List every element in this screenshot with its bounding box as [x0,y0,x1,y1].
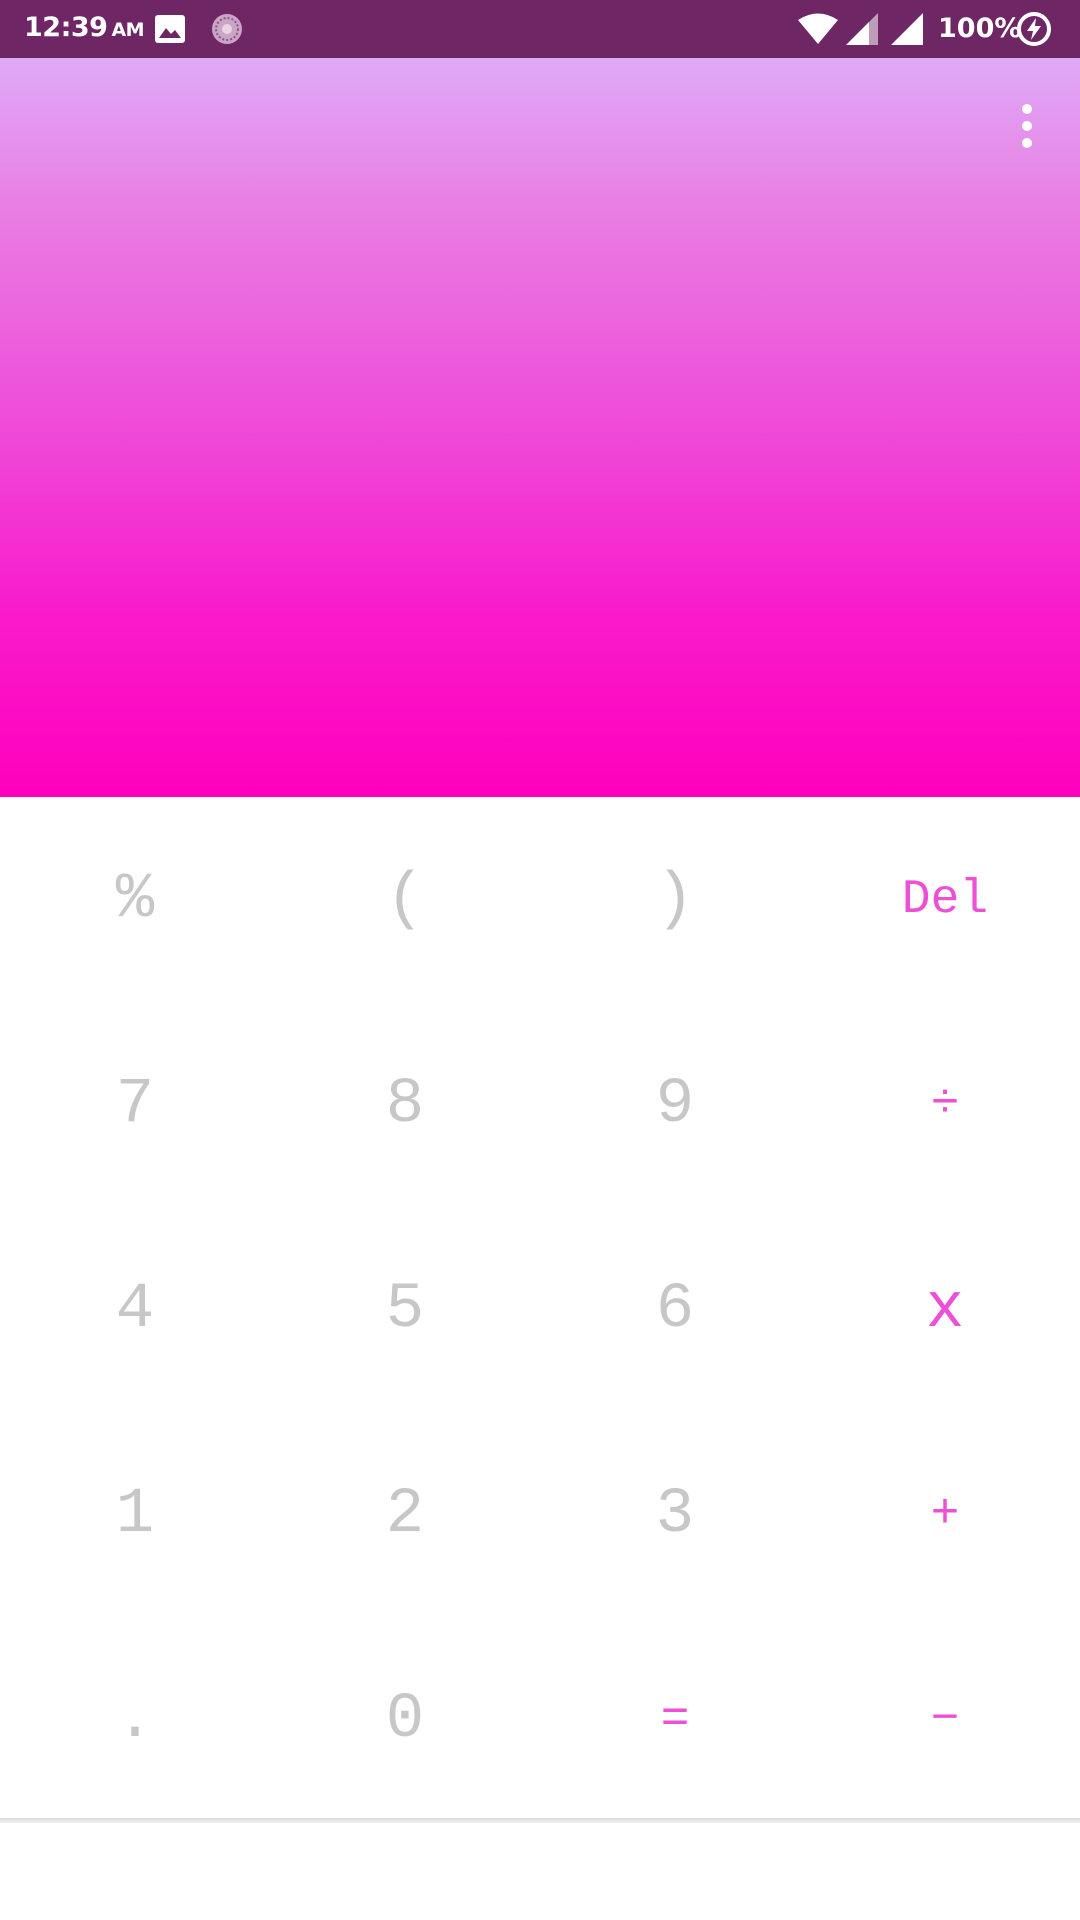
decimal-point-button[interactable]: . [0,1617,270,1822]
status-bar: 12:39 AM 100% [0,0,1080,58]
menu-dot [1022,138,1032,148]
digit-5-button[interactable]: 5 [270,1207,540,1412]
sync-icon [208,0,246,58]
overflow-menu-icon[interactable] [1002,96,1052,156]
digit-1-button[interactable]: 1 [0,1412,270,1617]
wifi-icon [796,0,840,58]
close-paren-button[interactable]: ) [540,797,810,1002]
minus-button[interactable]: − [810,1617,1080,1822]
open-paren-button[interactable]: ( [270,797,540,1002]
digit-4-button[interactable]: 4 [0,1207,270,1412]
percent-button[interactable]: % [0,797,270,1002]
digit-7-button[interactable]: 7 [0,1002,270,1207]
menu-dot [1022,121,1032,131]
digit-3-button[interactable]: 3 [540,1412,810,1617]
status-time-ampm: AM [111,19,145,41]
keypad: % ( ) Del 7 8 9 ÷ 4 5 6 x 1 2 3 + . 0 = … [0,797,1080,1821]
equals-button[interactable]: = [540,1617,810,1822]
plus-button[interactable]: + [810,1412,1080,1617]
digit-0-button[interactable]: 0 [270,1617,540,1822]
battery-percentage: 100% [938,13,1022,44]
digit-8-button[interactable]: 8 [270,1002,540,1207]
divide-button[interactable]: ÷ [810,1002,1080,1207]
image-icon [152,0,188,58]
delete-button[interactable]: Del [810,797,1080,1002]
signal-icon [844,0,880,58]
signal-icon [889,0,925,58]
digit-6-button[interactable]: 6 [540,1207,810,1412]
battery-charging-icon [1015,0,1053,58]
digit-9-button[interactable]: 9 [540,1002,810,1207]
digit-2-button[interactable]: 2 [270,1412,540,1617]
multiply-button[interactable]: x [810,1207,1080,1412]
status-time-value: 12:39 [24,12,108,43]
status-time: 12:39 AM [24,12,145,43]
calculator-display [0,58,1080,797]
menu-dot [1022,104,1032,114]
bottom-divider [0,1818,1080,1823]
